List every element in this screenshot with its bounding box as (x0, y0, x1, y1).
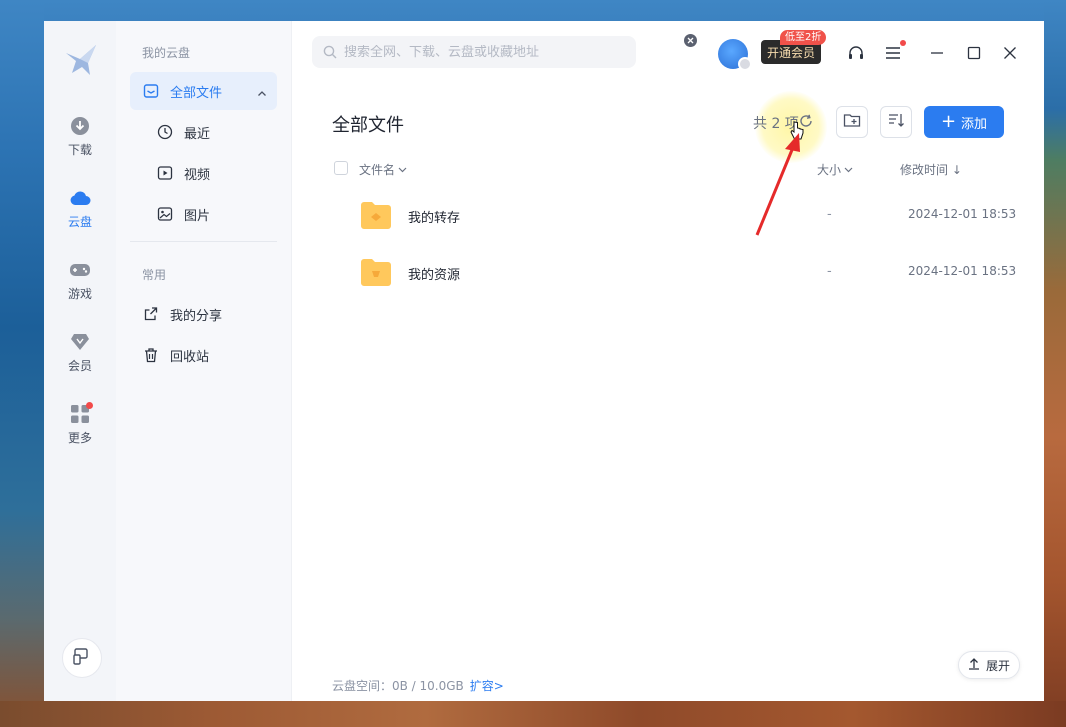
app-logo-icon (60, 39, 102, 81)
unfold-label: 展开 (985, 658, 1010, 673)
subnav-label: 我的分享 (170, 308, 223, 324)
menu-icon[interactable] (883, 43, 903, 63)
file-name[interactable]: 我的转存 (408, 207, 460, 226)
column-header-modified[interactable]: 修改时间 ↓ (900, 161, 962, 178)
maximize-icon[interactable] (964, 43, 984, 63)
chevron-up-icon[interactable] (257, 84, 267, 103)
sort-icon (888, 112, 904, 132)
select-all-checkbox[interactable] (334, 161, 348, 175)
file-modified: 2024-12-01 18:53 (908, 264, 1017, 278)
file-name[interactable]: 我的资源 (408, 264, 460, 283)
subnav-item-images[interactable]: 图片 (130, 195, 277, 233)
vip-discount-tag: 低至2折 (780, 30, 827, 45)
column-header-name[interactable]: 文件名 (359, 161, 407, 178)
column-header-size[interactable]: 大小 (817, 161, 853, 178)
main-panel: 开通会员 低至2折 全部文件 共 2 项 (292, 21, 1044, 701)
clock-icon (156, 123, 174, 141)
folder-box-icon (142, 82, 160, 100)
page-title: 全部文件 (332, 115, 404, 136)
diamond-icon (69, 331, 91, 353)
notification-dot (86, 402, 93, 409)
subnav-item-my-share[interactable]: 我的分享 (130, 295, 277, 333)
red-arrow-annotation (747, 121, 807, 245)
image-icon (156, 205, 174, 223)
notification-dot (900, 40, 906, 46)
subnav-item-recent[interactable]: 最近 (130, 113, 277, 151)
rail-label: 会员 (67, 359, 92, 373)
download-icon (69, 115, 91, 137)
rail-item-vip[interactable]: 会员 (44, 331, 116, 383)
file-size: - (827, 264, 832, 279)
left-rail: 下载 云盘 游戏 会员 更多 (44, 21, 116, 701)
column-label: 大小 (817, 163, 842, 177)
upload-arrow-icon (968, 657, 980, 673)
rail-label: 下载 (67, 143, 92, 157)
chevron-down-icon (398, 163, 407, 177)
expand-storage-link[interactable]: 扩容> (470, 679, 504, 693)
subnav-label: 回收站 (170, 349, 210, 365)
storage-usage: 云盘空间：0B / 10.0GB (332, 679, 464, 693)
subnav-item-all-files[interactable]: 全部文件 (130, 72, 277, 110)
search-input[interactable] (344, 44, 624, 60)
folder-icon (360, 258, 392, 286)
storage-footer: 云盘空间：0B / 10.0GB 扩容> (332, 677, 504, 694)
table-row[interactable]: 我的资源 - 2024-12-01 18:53 (332, 250, 1032, 306)
chevron-down-icon (844, 163, 853, 177)
subnav-label: 全部文件 (170, 85, 223, 101)
close-circle-icon[interactable] (684, 34, 697, 47)
section-title-my-disk: 我的云盘 (142, 46, 191, 60)
rail-label: 云盘 (67, 215, 92, 229)
close-icon[interactable] (1000, 43, 1020, 63)
share-icon (142, 305, 160, 323)
video-icon (156, 164, 174, 182)
rail-item-more[interactable]: 更多 (44, 403, 116, 455)
app-window: 下载 云盘 游戏 会员 更多 我的云盘 全部文件 最近 视频 图片 常用 我的分… (44, 21, 1044, 701)
rail-item-cloud[interactable]: 云盘 (44, 187, 116, 239)
cloud-icon (69, 187, 91, 209)
subnav-item-video[interactable]: 视频 (130, 154, 277, 192)
unfold-button[interactable]: 展开 (958, 651, 1020, 679)
new-folder-button[interactable] (836, 106, 868, 138)
subnav-label: 最近 (184, 126, 211, 142)
file-modified: 2024-12-01 18:53 (908, 207, 1017, 221)
rail-label: 游戏 (67, 287, 92, 301)
rail-item-download[interactable]: 下载 (44, 115, 116, 167)
avatar-badge-icon (738, 57, 752, 71)
search-bar[interactable] (312, 36, 636, 68)
sort-button[interactable] (880, 106, 912, 138)
rail-item-games[interactable]: 游戏 (44, 259, 116, 311)
subnav-label: 图片 (184, 208, 211, 224)
section-title-common: 常用 (142, 268, 167, 282)
file-size: - (827, 207, 832, 222)
device-icon (73, 647, 91, 669)
gamepad-icon (69, 259, 91, 281)
subnav-item-recycle-bin[interactable]: 回收站 (130, 336, 277, 374)
headset-icon[interactable] (846, 43, 866, 63)
folder-icon (360, 201, 392, 229)
device-switch-button[interactable] (62, 638, 102, 678)
trash-icon (142, 346, 160, 364)
desktop-background-right (1044, 0, 1066, 727)
minimize-icon[interactable] (927, 43, 947, 63)
new-folder-icon (843, 112, 861, 132)
column-label: 修改时间 ↓ (900, 163, 962, 177)
subnav-label: 视频 (184, 167, 211, 183)
table-row[interactable]: 我的转存 - 2024-12-01 18:53 (332, 193, 1032, 249)
desktop-background-bottom (0, 701, 1066, 727)
add-button-label: 添加 (961, 116, 988, 132)
secondary-nav: 我的云盘 全部文件 最近 视频 图片 常用 我的分享 回收站 (116, 21, 292, 701)
divider (130, 241, 277, 242)
add-button[interactable]: + 添加 (924, 106, 1004, 138)
search-icon (322, 44, 338, 60)
column-label: 文件名 (359, 163, 396, 177)
plus-icon: + (940, 111, 957, 132)
rail-label: 更多 (67, 431, 92, 445)
desktop-background-left (0, 0, 44, 727)
